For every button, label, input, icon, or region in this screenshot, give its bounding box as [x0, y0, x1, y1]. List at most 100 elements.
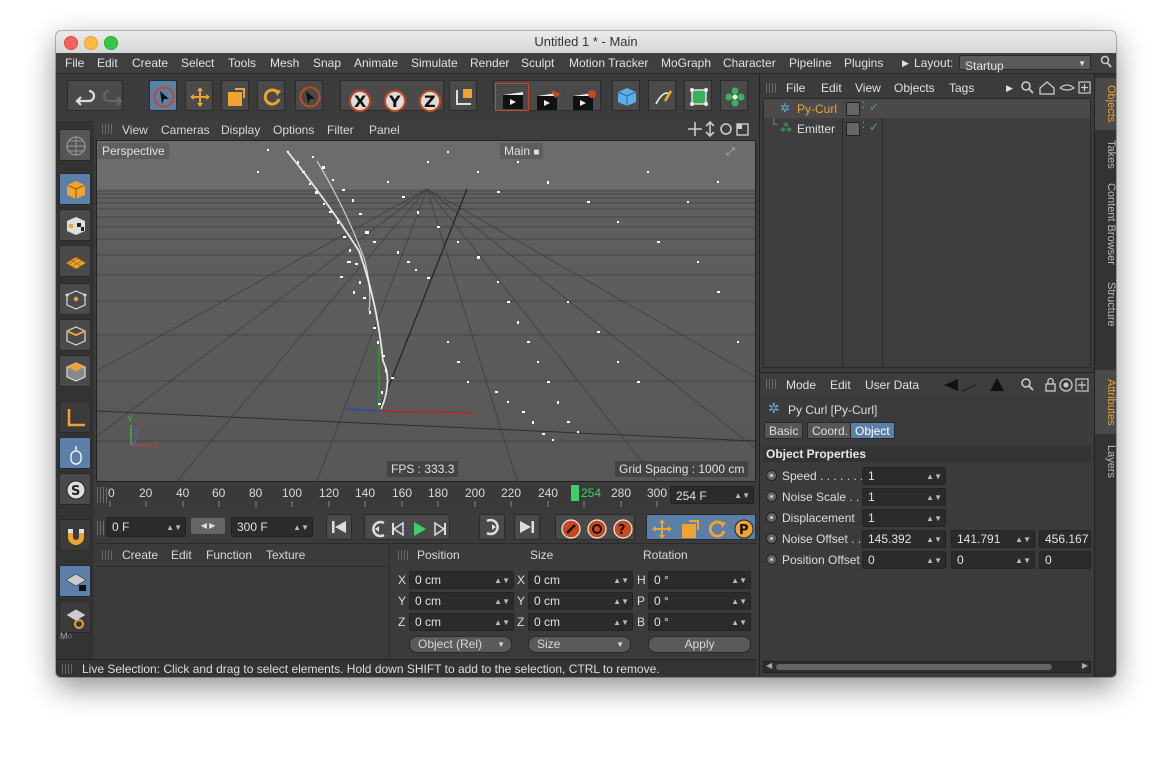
displacement-field[interactable]: 1 ▲▼ — [862, 509, 946, 527]
live-selection-tool-button[interactable] — [149, 80, 177, 111]
apply-button[interactable]: Apply — [648, 636, 751, 653]
make-editable-button[interactable] — [59, 129, 91, 161]
menu-mesh[interactable]: Mesh — [270, 56, 299, 70]
side-tab-content-browser[interactable]: Content Browser — [1095, 178, 1116, 270]
frame-range-slider[interactable]: ◀ ▶ — [191, 518, 225, 534]
side-tab-structure[interactable]: Structure — [1095, 274, 1116, 334]
tab-coord[interactable]: Coord. — [807, 422, 854, 439]
animate-toggle-icon[interactable] — [766, 470, 777, 481]
menu-tools[interactable]: Tools — [228, 56, 256, 70]
cube-object-button[interactable] — [612, 80, 640, 111]
panel-grip[interactable] — [398, 550, 408, 560]
viewport-menu-filter[interactable]: Filter — [327, 123, 354, 137]
animate-toggle-icon[interactable] — [766, 512, 777, 523]
menu-motion-tracker[interactable]: Motion Tracker — [569, 56, 648, 70]
attribute-navigation-icons[interactable] — [942, 377, 1090, 396]
menu-character[interactable]: Character — [723, 56, 776, 70]
close-window-button[interactable] — [64, 36, 78, 50]
start-frame-field[interactable]: 0 F ▲▼ — [106, 517, 186, 537]
polygon-mode-button[interactable] — [59, 355, 91, 387]
3d-viewport[interactable]: Perspective Main ■ ⤢ FPS : 333.3 Grid Sp… — [96, 140, 756, 482]
material-menu-texture[interactable]: Texture — [266, 548, 305, 562]
cloner-button[interactable] — [720, 80, 748, 111]
axis-mode-button[interactable] — [59, 401, 91, 433]
viewport-menu-options[interactable]: Options — [273, 123, 314, 137]
layer-swatch[interactable] — [846, 122, 860, 136]
workplane-align-button[interactable] — [59, 601, 91, 633]
scroll-right-icon[interactable]: ▶ — [1082, 661, 1088, 670]
object-tree[interactable]: ✲ Py-Curl ⁚ ✓ └ ⁂ Emitter ⁚ ✓ — [763, 98, 1091, 368]
size-mode-select[interactable]: Size ▼ — [528, 636, 631, 653]
more-arrow-icon[interactable]: ▶ — [1006, 83, 1013, 94]
material-menu-edit[interactable]: Edit — [171, 548, 192, 562]
go-to-start-button[interactable] — [326, 514, 352, 540]
object-row-py-curl[interactable]: ✲ Py-Curl ⁚ ✓ — [764, 99, 1090, 118]
side-tab-layers[interactable]: Layers — [1095, 438, 1116, 486]
menu-render[interactable]: Render — [470, 56, 509, 70]
size-y-field[interactable]: 0 cm ▲▼ — [528, 592, 633, 610]
objects-menu-tags[interactable]: Tags — [949, 81, 974, 95]
rotation-p-field[interactable]: 0 ° ▲▼ — [648, 592, 751, 610]
material-menu-create[interactable]: Create — [122, 548, 158, 562]
snapping-button[interactable]: S — [59, 473, 91, 505]
search-icon[interactable] — [1100, 55, 1112, 72]
menu-simulate[interactable]: Simulate — [411, 56, 458, 70]
rotation-b-field[interactable]: 0 ° ▲▼ — [648, 613, 751, 631]
menu-mograph[interactable]: MoGraph — [661, 56, 711, 70]
menu-snap[interactable]: Snap — [313, 56, 341, 70]
go-to-end-button[interactable] — [514, 514, 540, 540]
enabled-check-icon[interactable]: ✓ — [869, 120, 879, 134]
current-frame-marker[interactable] — [571, 485, 579, 501]
size-x-field[interactable]: 0 cm ▲▼ — [528, 571, 633, 589]
viewport-navigation-icons[interactable] — [688, 120, 752, 140]
side-tab-objects[interactable]: Objects — [1095, 78, 1116, 130]
side-tab-takes[interactable]: Takes — [1095, 134, 1116, 174]
position-z-field[interactable]: 0 cm ▲▼ — [409, 613, 514, 631]
attributes-menu-edit[interactable]: Edit — [830, 378, 851, 392]
animate-toggle-icon[interactable] — [766, 533, 777, 544]
objects-menu-file[interactable]: File — [786, 81, 805, 95]
lock-workplane-button[interactable] — [59, 565, 91, 597]
tab-basic[interactable]: Basic — [764, 422, 804, 439]
zoom-window-button[interactable] — [104, 36, 118, 50]
panel-grip[interactable] — [62, 664, 72, 674]
material-menu-function[interactable]: Function — [206, 548, 252, 562]
render-view-icon[interactable] — [495, 83, 529, 111]
object-row-emitter[interactable]: └ ⁂ Emitter ⁚ ✓ — [764, 119, 1090, 138]
menu-file[interactable]: File — [65, 56, 84, 70]
scroll-left-icon[interactable]: ◀ — [766, 661, 772, 670]
panel-grip[interactable] — [766, 83, 776, 93]
texture-mode-button[interactable] — [59, 209, 91, 241]
position-offset-y-field[interactable]: 0 ▲▼ — [951, 551, 1035, 569]
menu-pipeline[interactable]: Pipeline — [789, 56, 832, 70]
panel-grip[interactable] — [766, 379, 776, 389]
menu-plugins[interactable]: Plugins — [844, 56, 883, 70]
object-manager-tools[interactable] — [1020, 80, 1092, 99]
objects-menu-view[interactable]: View — [855, 81, 881, 95]
next-key-button[interactable] — [479, 514, 505, 540]
layout-select[interactable]: Startup ▼ — [959, 55, 1091, 73]
animate-toggle-icon[interactable] — [766, 491, 777, 502]
speed-field[interactable]: 1 ▲▼ — [862, 467, 946, 485]
position-offset-z-field[interactable]: 0 — [1039, 551, 1091, 569]
model-mode-button[interactable] — [59, 173, 91, 205]
viewport-menu-view[interactable]: View — [122, 123, 148, 137]
coordinate-mode-select[interactable]: Object (Rel) ▼ — [409, 636, 512, 653]
panel-grip[interactable] — [102, 550, 112, 560]
position-offset-x-field[interactable]: 0 ▲▼ — [862, 551, 946, 569]
menu-sculpt[interactable]: Sculpt — [521, 56, 554, 70]
noise-offset-z-field[interactable]: 456.167 — [1039, 530, 1091, 548]
attributes-menu-mode[interactable]: Mode — [786, 378, 816, 392]
visibility-dots-icon[interactable]: ⁚ — [862, 100, 865, 111]
recent-tool-button[interactable] — [295, 80, 323, 111]
current-frame-field[interactable]: 254 F ▲▼ — [670, 486, 754, 504]
timeline-ruler[interactable]: 0 20 40 60 80 100 120 140 160 180 200 22… — [96, 483, 667, 507]
attributes-horizontal-scrollbar[interactable]: ◀ ▶ — [763, 661, 1091, 673]
noise-scale-field[interactable]: 1 ▲▼ — [862, 488, 946, 506]
scale-tool-button[interactable] — [221, 80, 249, 111]
size-z-field[interactable]: 0 cm ▲▼ — [528, 613, 633, 631]
edge-mode-button[interactable] — [59, 319, 91, 351]
coordinate-system-button[interactable] — [449, 80, 477, 111]
enabled-check-icon[interactable]: ✓ — [869, 100, 879, 114]
noise-offset-x-field[interactable]: 145.392 ▲▼ — [862, 530, 946, 548]
